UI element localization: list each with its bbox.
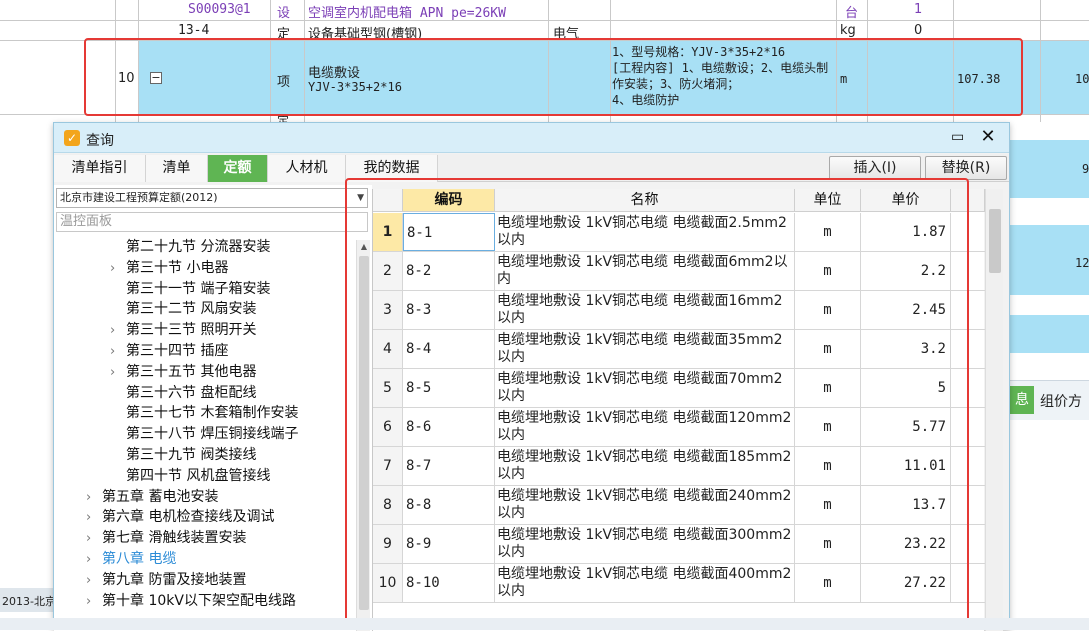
tree-node[interactable]: 第三十六节 盘柜配线 — [110, 383, 256, 404]
tree-node-label: 第十章 10kV以下架空配电线路 — [102, 592, 296, 609]
tree-node-label: 第三十四节 插座 — [126, 343, 229, 359]
bg-left-fragment: 2013-北京 — [2, 595, 56, 608]
tree-node[interactable]: › 第三十五节 其他电器 — [110, 362, 256, 383]
dialog-title: 查询 — [86, 133, 114, 149]
tree-node[interactable]: › 第八章 电缆 — [86, 549, 176, 570]
tree-node-label: 第三十七节 木套箱制作安装 — [126, 405, 299, 422]
quota-tree: 第二十九节 分流器安装 › 第三十节 小电器 第三十一节 端子箱安装 第三十二节 风扇安… — [54, 237, 354, 631]
annotation-box-grid — [345, 178, 969, 630]
tree-node-label: 第三十二节 风扇安装 — [126, 301, 257, 318]
chevron-right-icon[interactable]: › — [110, 341, 126, 362]
quota-tree-panel: 北京市建设工程预算定额(2012) ▼ 温控面板 第二十九节 分流器安装 › 第三十… — [54, 185, 372, 631]
chevron-right-icon[interactable]: › — [110, 362, 126, 383]
bg-right-tab-info[interactable]: 息 — [1010, 386, 1034, 414]
app-logo-icon: ✓ — [64, 130, 80, 146]
tree-node-label: 第三十六节 盘柜配线 — [126, 384, 257, 401]
tree-node[interactable]: › 第三十节 小电器 — [110, 258, 228, 279]
tree-node[interactable]: 第三十九节 阀类接线 — [110, 445, 256, 466]
library-select[interactable]: 北京市建设工程预算定额(2012) ▼ — [56, 188, 368, 208]
chevron-right-icon[interactable]: › — [110, 320, 126, 341]
tree-node-label: 第二十九节 分流器安装 — [126, 239, 271, 255]
tree-node-label: 第三十节 小电器 — [126, 259, 229, 276]
bg-row-1-unit: 台 — [845, 6, 859, 21]
bg-row-2-qty: 0 — [914, 23, 923, 38]
tree-node-label: 第九章 防雷及接地装置 — [102, 571, 247, 588]
tree-node[interactable]: 第三十七节 木套箱制作安装 — [110, 403, 298, 424]
dialog-titlebar[interactable]: ✓ 查询 ▭ ✕ — [54, 123, 1009, 153]
tree-node[interactable]: 第四十节 风机盘管接线 — [110, 466, 270, 487]
chevron-right-icon[interactable]: › — [86, 570, 102, 591]
library-select-value: 北京市建设工程预算定额(2012) — [60, 191, 218, 204]
chevron-right-icon[interactable]: › — [86, 487, 102, 508]
maximize-icon[interactable]: ▭ — [951, 130, 965, 144]
tree-node-label: 第六章 电机检查接线及调试 — [102, 509, 275, 526]
bg-right-value-1: 9 — [1082, 162, 1089, 176]
tree-node[interactable]: › 第七章 滑触线装置安装 — [86, 528, 246, 549]
tab-materials[interactable]: 人材机 — [268, 155, 346, 182]
grid-scroll-thumb[interactable] — [989, 209, 1001, 273]
tree-node-label: 第五章 蓄电池安装 — [102, 488, 219, 505]
bg-right-tab-pricing[interactable]: 组价方 — [1040, 391, 1082, 411]
tree-node-label: 第三十一节 端子箱安装 — [126, 280, 271, 297]
insert-button[interactable]: 插入(I) — [829, 156, 921, 180]
tree-node-label: 第三十八节 焊压铜接线端子 — [126, 426, 299, 443]
tree-node[interactable]: › 第三十三节 照明开关 — [110, 320, 256, 341]
replace-button[interactable]: 替换(R) — [925, 156, 1007, 180]
chevron-right-icon[interactable]: › — [86, 528, 102, 549]
tree-node-label: 第三十九节 阀类接线 — [126, 447, 257, 463]
chevron-right-icon[interactable]: › — [86, 549, 102, 570]
bg-right-value-2: 12 — [1075, 256, 1089, 270]
annotation-box-row — [84, 38, 1023, 116]
bg-row-1-qty: 1 — [914, 2, 923, 17]
tree-node[interactable]: › 第三十四节 插座 — [110, 341, 228, 362]
tree-node-label: 第三十五节 其他电器 — [126, 363, 257, 380]
tree-node-label: 第三十三节 照明开关 — [126, 322, 257, 339]
tree-node-label: 第八章 电缆 — [102, 551, 177, 567]
tree-node[interactable]: › 第九章 防雷及接地装置 — [86, 570, 246, 591]
bg-row-1-type: 设 — [277, 6, 291, 21]
tree-node-label: 第七章 滑触线装置安装 — [102, 530, 247, 547]
bg-right-highlight-1 — [1010, 140, 1089, 198]
bg-right-highlight-3 — [1010, 315, 1089, 353]
bg-row-1-code: S00093@1 — [188, 2, 251, 17]
tree-node[interactable]: 第三十二节 风扇安装 — [110, 299, 256, 320]
tree-node-label: 第四十节 风机盘管接线 — [126, 467, 271, 484]
close-icon[interactable]: ✕ — [979, 127, 997, 147]
bg-row-2-unit: kg — [840, 23, 856, 38]
tab-quota[interactable]: 定额 — [208, 155, 268, 182]
chevron-right-icon[interactable]: › — [86, 507, 102, 528]
bg-row-1-name: 空调室内机配电箱 APN pe=26KW — [308, 6, 506, 21]
taskbar — [0, 618, 1089, 630]
filter-input[interactable]: 温控面板 — [56, 212, 368, 232]
bg-row-2-code: 13-4 — [178, 23, 210, 38]
tree-node[interactable]: › 第五章 蓄电池安装 — [86, 487, 218, 508]
tab-list-guide[interactable]: 清单指引 — [54, 155, 146, 182]
tree-node[interactable]: 第三十八节 焊压铜接线端子 — [110, 424, 298, 445]
chevron-right-icon[interactable]: › — [86, 591, 102, 612]
tree-node[interactable]: 第三十一节 端子箱安装 — [110, 279, 270, 300]
chevron-right-icon[interactable]: › — [110, 258, 126, 279]
tree-node[interactable]: › 第六章 电机检查接线及调试 — [86, 507, 274, 528]
tree-node[interactable]: › 第十章 10kV以下架空配电线路 — [86, 591, 296, 612]
grid-scrollbar[interactable] — [985, 189, 1003, 631]
tree-node[interactable]: 第二十九节 分流器安装 — [110, 237, 270, 258]
tab-list[interactable]: 清单 — [146, 155, 208, 182]
highlighted-row-extra: 10 — [1075, 72, 1089, 86]
